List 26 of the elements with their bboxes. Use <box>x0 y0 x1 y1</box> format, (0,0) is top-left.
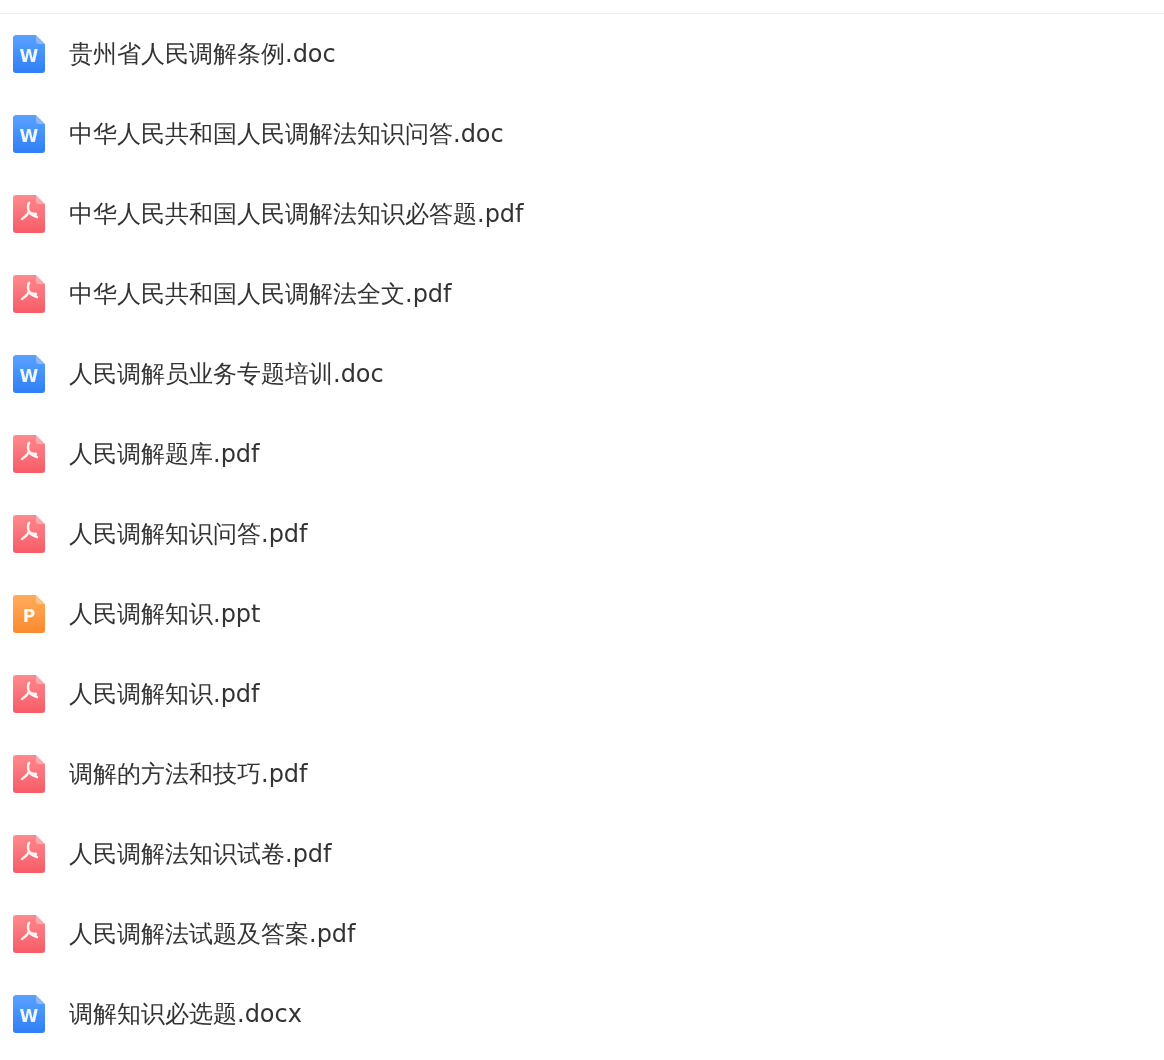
doc-file-icon: W <box>13 995 45 1033</box>
pdf-file-icon <box>13 195 45 233</box>
pdf-file-icon <box>13 675 45 713</box>
ppt-file-icon: P <box>13 595 45 633</box>
file-name[interactable]: 人民调解法试题及答案.pdf <box>69 919 356 949</box>
file-name[interactable]: 中华人民共和国人民调解法知识问答.doc <box>69 119 504 149</box>
doc-file-icon: W <box>13 35 45 73</box>
file-name[interactable]: 调解的方法和技巧.pdf <box>69 759 308 789</box>
file-name[interactable]: 贵州省人民调解条例.doc <box>69 39 336 69</box>
file-name[interactable]: 中华人民共和国人民调解法全文.pdf <box>69 279 452 309</box>
pdf-file-icon <box>13 435 45 473</box>
file-name[interactable]: 调解知识必选题.docx <box>69 999 302 1029</box>
pdf-file-icon <box>13 755 45 793</box>
pdf-file-icon <box>13 515 45 553</box>
pdf-file-icon <box>13 275 45 313</box>
file-name[interactable]: 人民调解法知识试卷.pdf <box>69 839 332 869</box>
pdf-file-icon <box>13 835 45 873</box>
file-name[interactable]: 中华人民共和国人民调解法知识必答题.pdf <box>69 199 524 229</box>
file-name[interactable]: 人民调解知识问答.pdf <box>69 519 308 549</box>
file-name[interactable]: 人民调解知识.pdf <box>69 679 260 709</box>
doc-file-icon: W <box>13 115 45 153</box>
doc-file-icon: W <box>13 355 45 393</box>
file-name[interactable]: 人民调解员业务专题培训.doc <box>69 359 384 389</box>
file-name[interactable]: 人民调解知识.ppt <box>69 599 261 629</box>
file-name[interactable]: 人民调解题库.pdf <box>69 439 260 469</box>
pdf-file-icon <box>13 915 45 953</box>
